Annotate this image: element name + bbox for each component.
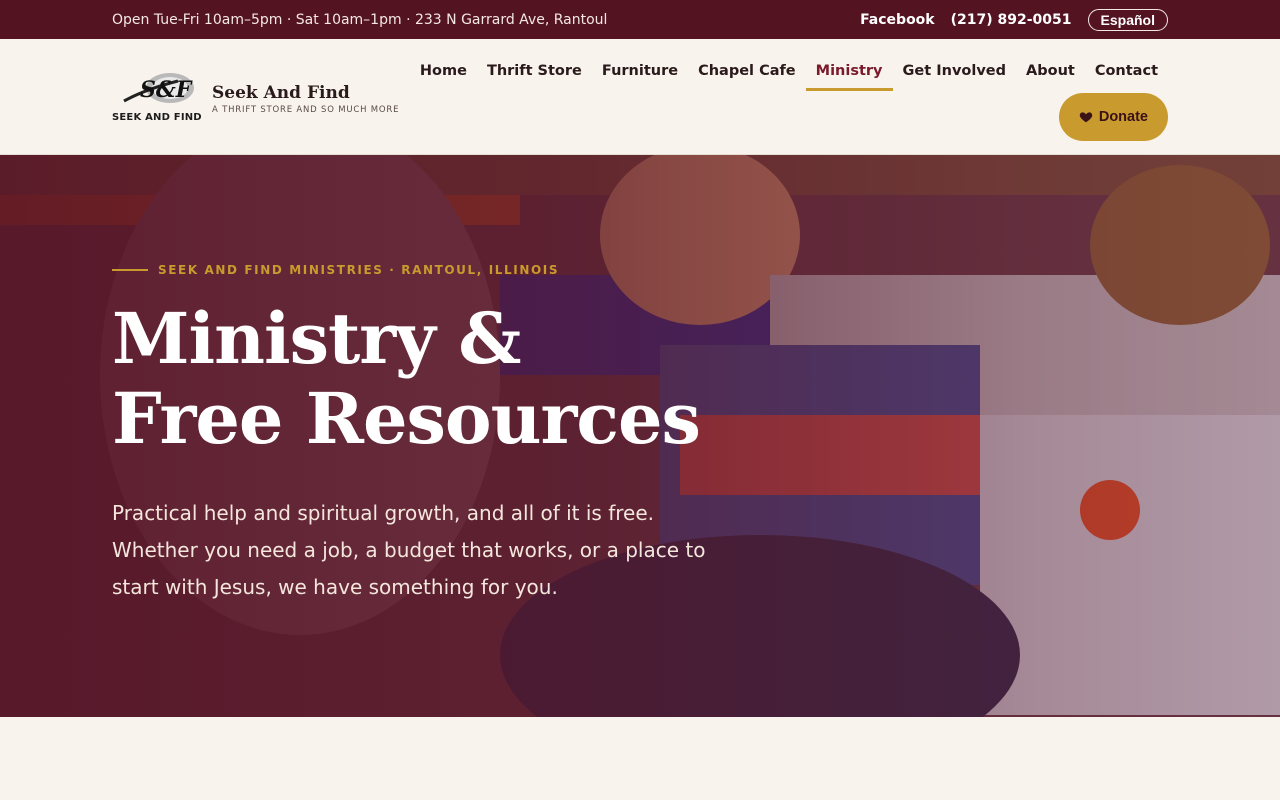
facebook-link[interactable]: Facebook — [860, 12, 935, 28]
nav-item-chapel-cafe[interactable]: Chapel Cafe — [688, 59, 806, 91]
hero-title-line-2: Free Resources — [112, 377, 701, 460]
hero-title: Ministry & Free Resources — [112, 299, 752, 459]
hero-content: SEEK AND FIND MINISTRIES · RANTOUL, ILLI… — [112, 263, 752, 606]
nav-item-about[interactable]: About — [1016, 59, 1085, 91]
site-header: S&F SEEK AND FIND Seek And Find A THRIFT… — [0, 39, 1280, 155]
hero-title-line-1: Ministry & — [112, 297, 521, 380]
donate-label: Donate — [1098, 109, 1148, 125]
eyebrow-text: SEEK AND FIND MINISTRIES · RANTOUL, ILLI… — [158, 263, 560, 277]
hero-description: Practical help and spiritual growth, and… — [112, 501, 706, 599]
hero-eyebrow: SEEK AND FIND MINISTRIES · RANTOUL, ILLI… — [112, 263, 752, 277]
brand-home-link[interactable]: S&F SEEK AND FIND Seek And Find A THRIFT… — [112, 39, 399, 155]
site-name: Seek And Find — [212, 83, 350, 103]
nav-item-home[interactable]: Home — [410, 59, 477, 91]
language-toggle-button[interactable]: Español — [1087, 8, 1168, 31]
topbar-links: Facebook (217) 892-0051 Español — [860, 8, 1168, 31]
store-hours-address: Open Tue-Fri 10am–5pm · Sat 10am–1pm · 2… — [112, 11, 608, 28]
nav-item-furniture[interactable]: Furniture — [592, 59, 688, 91]
hero-section: SEEK AND FIND MINISTRIES · RANTOUL, ILLI… — [0, 155, 1280, 717]
main-nav: Home Thrift Store Furniture Chapel Cafe … — [410, 59, 1168, 91]
heart-icon — [1079, 112, 1093, 123]
donate-button[interactable]: Donate — [1058, 93, 1168, 141]
phone-link[interactable]: (217) 892-0051 — [951, 12, 1072, 28]
site-tagline: A THRIFT STORE AND SO MUCH MORE — [212, 105, 400, 115]
eyebrow-divider — [112, 269, 148, 271]
nav-wrap: Home Thrift Store Furniture Chapel Cafe … — [410, 39, 1168, 154]
svg-text:S&F: S&F — [140, 77, 193, 103]
top-info-bar: Open Tue-Fri 10am–5pm · Sat 10am–1pm · 2… — [0, 0, 1280, 39]
logo-mark-icon: S&F — [123, 73, 194, 103]
nav-item-thrift-store[interactable]: Thrift Store — [477, 59, 592, 91]
nav-item-contact[interactable]: Contact — [1085, 59, 1168, 91]
page-bottom-area — [0, 717, 1280, 800]
logo-wordmark: SEEK AND FIND — [112, 112, 202, 123]
nav-item-ministry[interactable]: Ministry — [805, 59, 893, 91]
nav-item-get-involved[interactable]: Get Involved — [893, 59, 1016, 91]
brand-text: Seek And Find A THRIFT STORE AND SO MUCH… — [212, 83, 399, 115]
site-logo: S&F SEEK AND FIND — [112, 71, 202, 123]
